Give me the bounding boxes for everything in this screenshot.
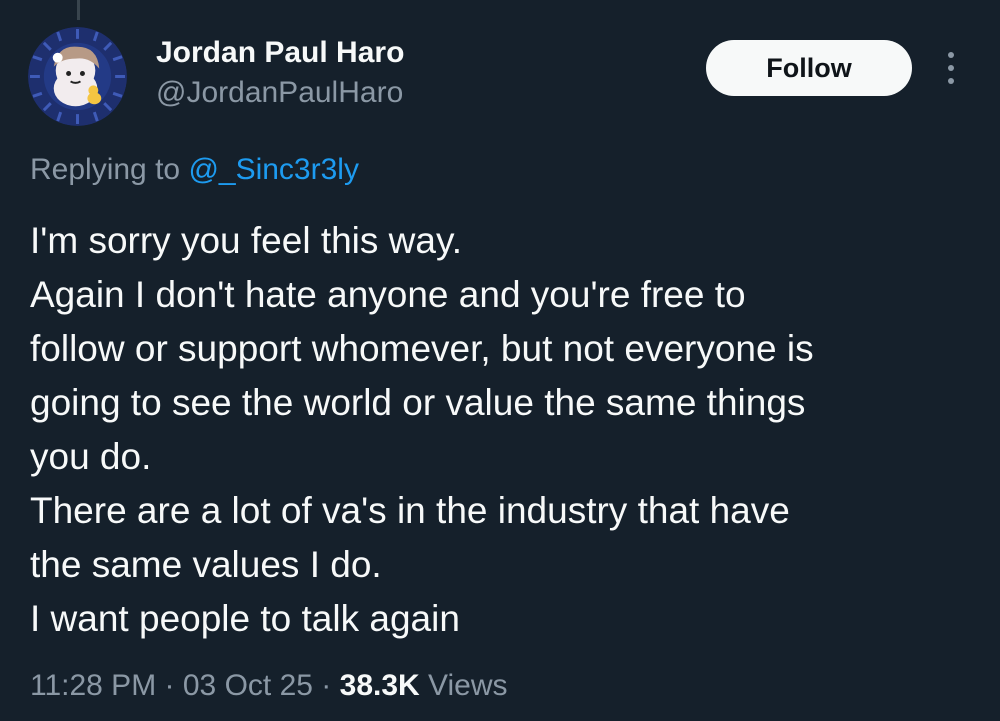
views-label: Views xyxy=(428,669,508,702)
tweet-text-line: the same values I do. xyxy=(30,544,382,585)
thread-connector-line xyxy=(77,0,80,20)
tweet-text-line: going to see the world or value the same… xyxy=(30,382,806,423)
tweet-time[interactable]: 11:28 PM xyxy=(30,669,156,702)
replying-to-prefix: Replying to xyxy=(30,153,181,186)
more-vertical-icon xyxy=(948,52,954,58)
more-vertical-icon-dot xyxy=(948,78,954,84)
meta-separator: · xyxy=(164,669,175,702)
replying-to-mention-link[interactable]: @_Sinc3r3ly xyxy=(188,153,359,186)
views-count[interactable]: 38.3K xyxy=(340,669,420,702)
author-handle[interactable]: @JordanPaulHaro xyxy=(156,74,404,112)
more-options-button[interactable] xyxy=(936,44,966,92)
tweet-text: I'm sorry you feel this way. Again I don… xyxy=(30,214,990,646)
user-info: Jordan Paul Haro @JordanPaulHaro xyxy=(156,34,404,112)
author-display-name[interactable]: Jordan Paul Haro xyxy=(156,34,404,72)
tweet-text-line: There are a lot of va's in the industry … xyxy=(30,490,790,531)
tweet-text-line: I want people to talk again xyxy=(30,598,460,639)
tweet-text-line: Again I don't hate anyone and you're fre… xyxy=(30,274,746,315)
tweet-date[interactable]: 03 Oct 25 xyxy=(183,669,313,702)
meta-separator: · xyxy=(321,669,332,702)
avatar-character-icon xyxy=(28,27,127,126)
tweet-text-line: follow or support whomever, but not ever… xyxy=(30,328,814,369)
tweet-text-line: I'm sorry you feel this way. xyxy=(30,220,463,261)
tweet-metadata: 11:28 PM · 03 Oct 25 · 38.3K Views xyxy=(30,664,508,708)
replying-to-line: Replying to @_Sinc3r3ly xyxy=(30,150,359,190)
follow-button[interactable]: Follow xyxy=(706,40,912,96)
tweet-text-line: you do. xyxy=(30,436,152,477)
more-vertical-icon-dot xyxy=(948,65,954,71)
avatar[interactable] xyxy=(28,27,127,126)
